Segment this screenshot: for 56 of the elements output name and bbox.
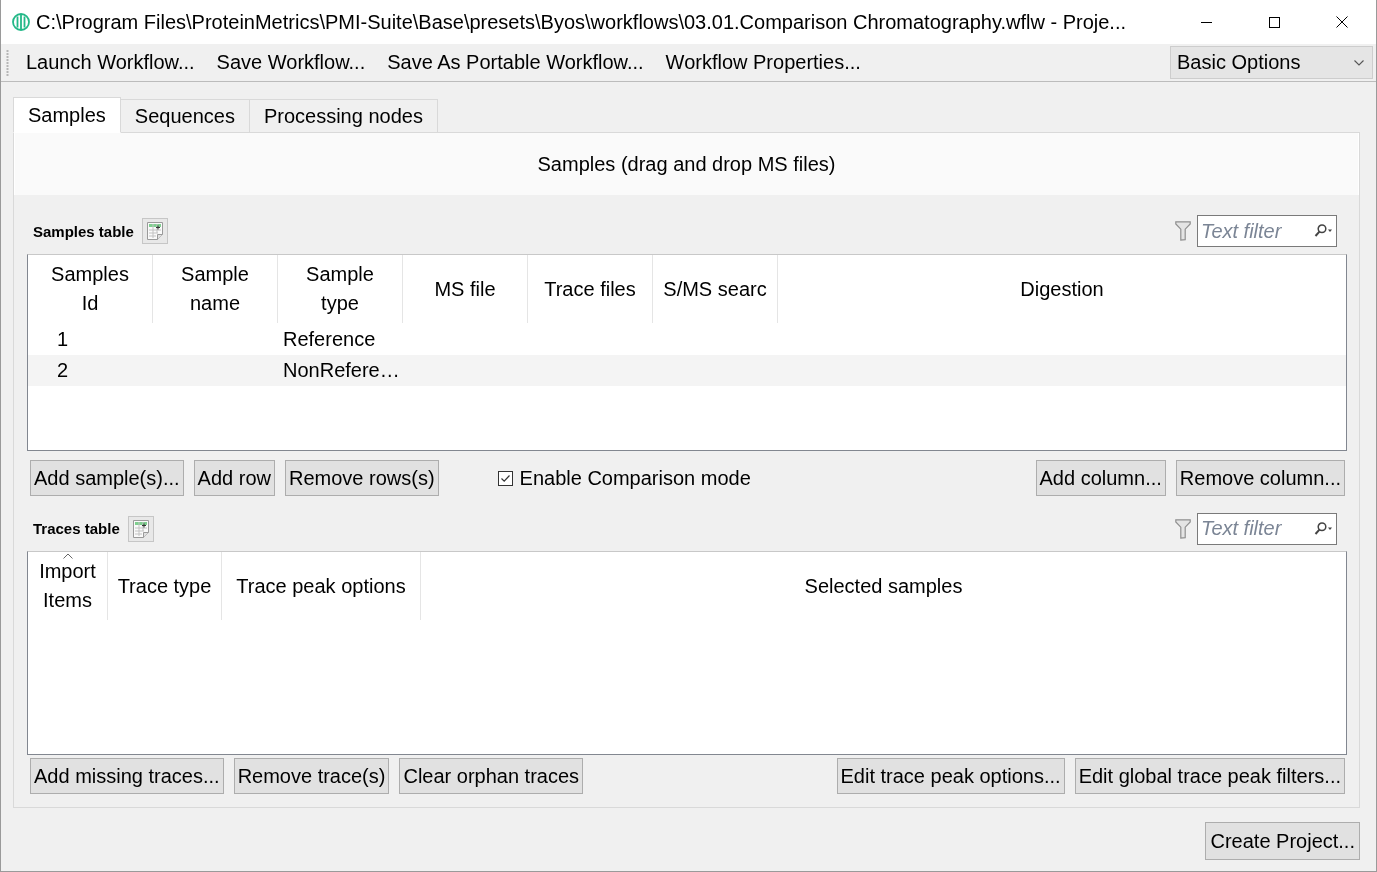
- column-header[interactable]: Digestion: [778, 255, 1346, 323]
- column-header[interactable]: Sample type: [278, 255, 403, 323]
- minimize-icon: [1200, 21, 1212, 23]
- toolbar-button[interactable]: Save As Portable Workflow...: [376, 45, 655, 80]
- spreadsheet-icon: [146, 222, 163, 240]
- window-title: C:\Program Files\ProteinMetrics\PMI-Suite\Base\presets\Byos\workflows\03.01.Comparison Chromatography.wflw - Proje...: [36, 10, 1127, 34]
- search-icon: [1312, 521, 1332, 535]
- action-button[interactable]: Edit trace peak options...: [836, 758, 1065, 794]
- close-icon: [1336, 16, 1348, 28]
- action-button[interactable]: Add column...: [1035, 460, 1166, 496]
- action-button[interactable]: Add missing traces...: [30, 758, 224, 794]
- table-row[interactable]: 2 NonRefere…: [28, 355, 1346, 386]
- tab[interactable]: Samples: [13, 97, 121, 133]
- column-header[interactable]: Samples Id: [28, 255, 153, 323]
- section-title: Samples table: [33, 222, 134, 240]
- column-header[interactable]: Trace type: [108, 552, 222, 620]
- maximize-icon: [1268, 16, 1280, 28]
- table-cell: NonRefere…: [283, 359, 400, 382]
- filter-icon: [1175, 518, 1191, 539]
- action-button[interactable]: Clear orphan traces: [399, 758, 584, 794]
- comparison-mode-checkbox[interactable]: Enable Comparison mode: [497, 466, 751, 490]
- text-filter-field[interactable]: Text filter: [1197, 512, 1337, 545]
- toolbar-button[interactable]: Save Workflow...: [205, 45, 377, 80]
- column-header[interactable]: Import Items: [28, 552, 108, 620]
- column-header[interactable]: Trace peak options: [222, 552, 421, 620]
- table-cell: 2: [57, 359, 69, 382]
- toolbar-button[interactable]: Launch Workflow...: [15, 45, 206, 80]
- action-button[interactable]: Edit global trace peak filters...: [1074, 758, 1345, 794]
- drop-zone-heading: Samples (drag and drop MS files): [15, 133, 1358, 195]
- section-title: Traces table: [33, 520, 120, 537]
- column-header[interactable]: Trace files: [528, 255, 653, 323]
- search-icon: [1312, 224, 1332, 237]
- text-filter-field[interactable]: Text filter: [1197, 215, 1337, 247]
- toolbar-button[interactable]: Workflow Properties...: [654, 45, 872, 80]
- table-cell: Reference: [283, 328, 376, 351]
- tab[interactable]: Processing nodes: [248, 99, 438, 133]
- action-button[interactable]: Remove rows(s): [285, 460, 439, 496]
- column-header[interactable]: Sample name: [153, 255, 278, 323]
- toolbar-grip-icon[interactable]: [6, 48, 9, 77]
- options-dropdown[interactable]: Basic Options: [1170, 46, 1373, 79]
- filter-icon: [1175, 221, 1191, 241]
- table-options-button[interactable]: [141, 218, 168, 244]
- action-button[interactable]: Add row: [193, 460, 275, 496]
- app-logo-icon: [12, 13, 30, 31]
- action-button[interactable]: Add sample(s)...: [30, 460, 184, 496]
- spreadsheet-icon: [132, 519, 149, 538]
- table-cell: 1: [57, 328, 69, 351]
- column-header[interactable]: MS file: [403, 255, 528, 323]
- action-button[interactable]: Remove column...: [1175, 460, 1345, 496]
- column-header[interactable]: S/MS searc: [653, 255, 778, 323]
- action-button[interactable]: Remove trace(s): [233, 758, 390, 794]
- column-header[interactable]: Selected samples: [421, 552, 1346, 620]
- table-options-button[interactable]: [127, 515, 154, 542]
- checkbox-icon[interactable]: [497, 470, 513, 486]
- chevron-down-icon: [1354, 59, 1364, 66]
- create-project-button[interactable]: Create Project...: [1205, 822, 1360, 860]
